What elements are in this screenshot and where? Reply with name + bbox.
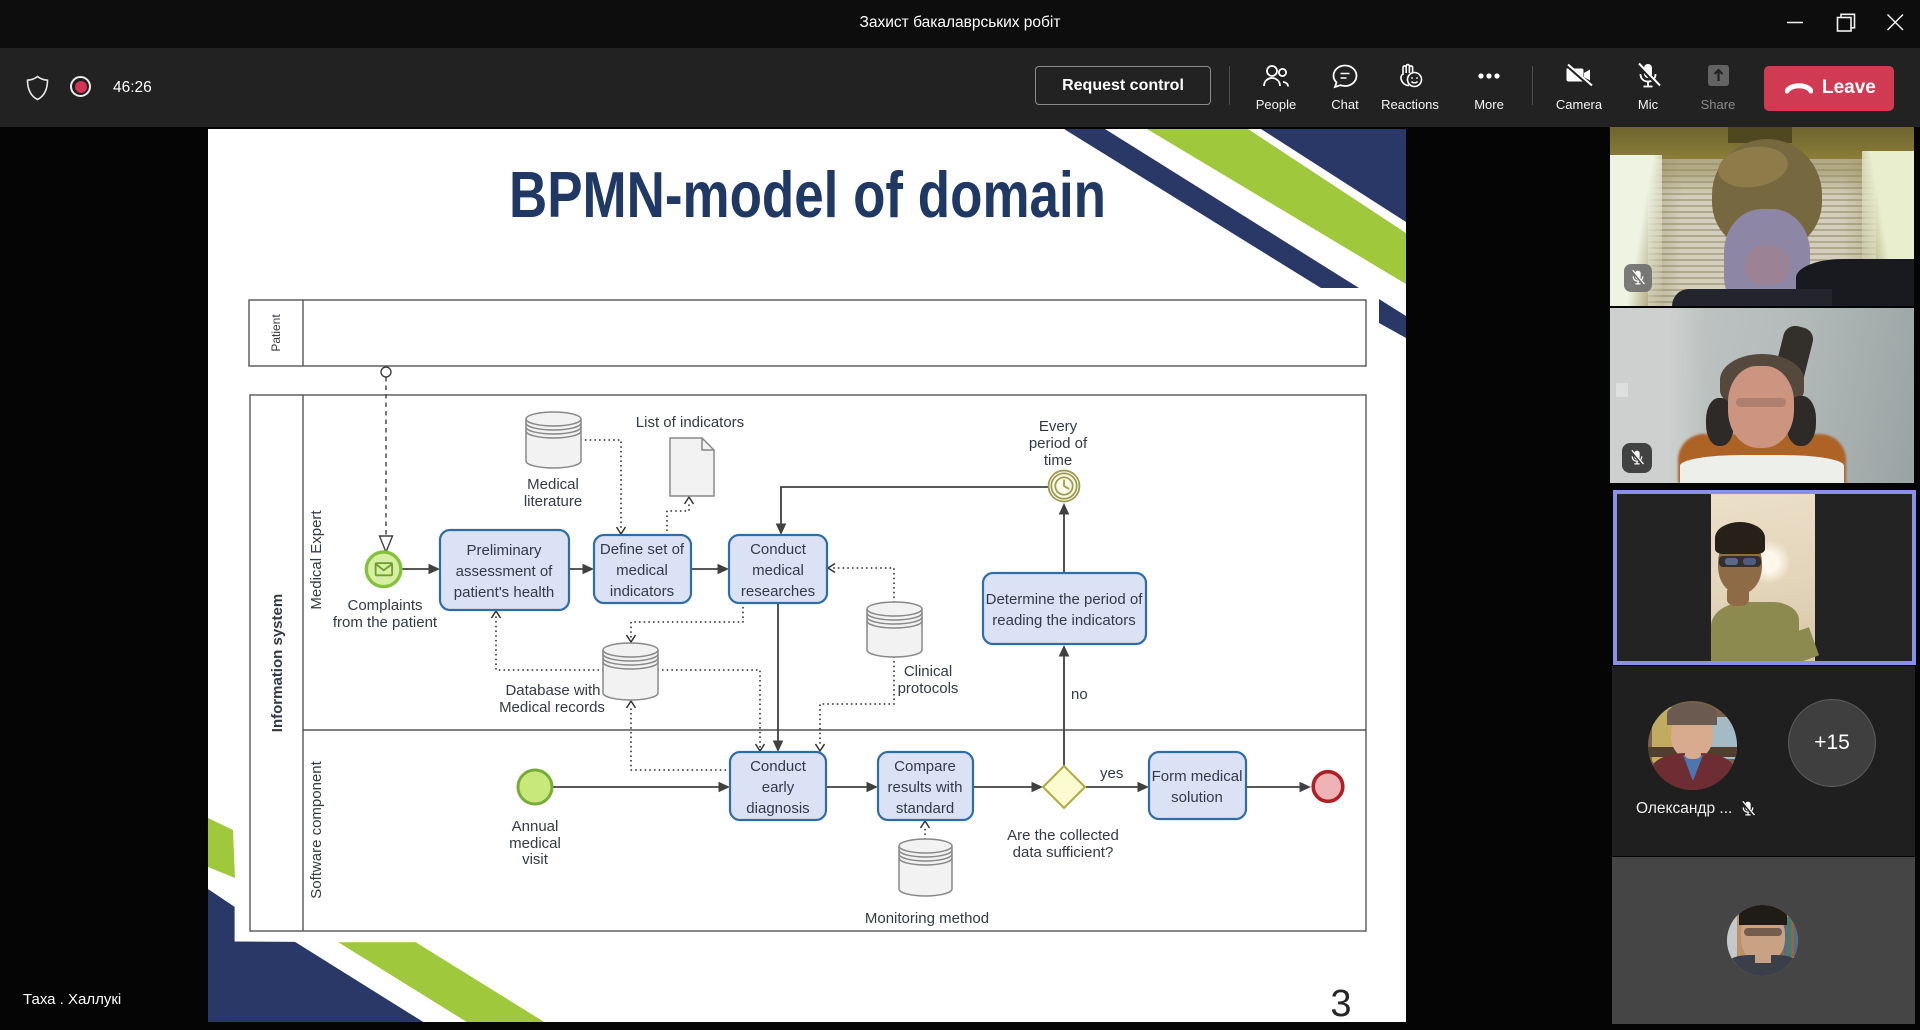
svg-text:Software component: Software component [308, 760, 325, 898]
svg-text:Every: Every [1039, 418, 1078, 435]
svg-text:reading the indicators: reading the indicators [992, 612, 1135, 629]
svg-text:Are the collected: Are the collected [1007, 827, 1119, 844]
svg-text:protocols: protocols [898, 680, 959, 697]
svg-text:Form medical: Form medical [1152, 768, 1243, 785]
svg-text:researches: researches [741, 583, 815, 600]
svg-text:Complaints: Complaints [347, 597, 422, 614]
svg-text:Define set of: Define set of [600, 541, 685, 558]
svg-text:visit: visit [522, 851, 549, 868]
svg-text:data sufficient?: data sufficient? [1013, 844, 1114, 861]
svg-text:Compare: Compare [894, 758, 956, 775]
svg-text:medical: medical [752, 562, 804, 579]
svg-text:time: time [1044, 452, 1072, 469]
svg-text:Conduct: Conduct [750, 541, 807, 558]
svg-text:Annual: Annual [512, 818, 559, 835]
svg-text:Conduct: Conduct [750, 758, 807, 775]
svg-text:yes: yes [1100, 765, 1123, 782]
svg-text:BPMN-model of domain: BPMN-model of domain [509, 158, 1106, 231]
svg-text:from the patient: from the patient [333, 614, 438, 631]
svg-text:Preliminary: Preliminary [466, 542, 542, 559]
svg-text:Medical Expert: Medical Expert [308, 510, 325, 610]
svg-text:medical: medical [616, 562, 668, 579]
svg-text:Monitoring method: Monitoring method [865, 910, 989, 927]
svg-text:literature: literature [524, 493, 582, 510]
svg-text:Determine the period of: Determine the period of [986, 591, 1144, 608]
svg-text:diagnosis: diagnosis [746, 800, 809, 817]
svg-text:Medical records: Medical records [499, 699, 605, 716]
svg-text:assessment of: assessment of [456, 563, 554, 580]
svg-text:List of indicators: List of indicators [636, 414, 744, 431]
svg-text:Database with: Database with [505, 682, 600, 699]
svg-text:patient's health: patient's health [454, 584, 554, 601]
svg-text:Clinical: Clinical [904, 663, 952, 680]
svg-text:Information system: Information system [269, 594, 286, 732]
svg-text:Patient: Patient [269, 314, 283, 352]
svg-text:medical: medical [509, 835, 561, 852]
svg-text:no: no [1071, 686, 1088, 703]
svg-text:early: early [762, 779, 795, 796]
svg-text:Medical: Medical [527, 476, 579, 493]
svg-text:3: 3 [1330, 983, 1351, 1022]
svg-text:standard: standard [896, 800, 954, 817]
svg-text:indicators: indicators [610, 583, 674, 600]
svg-text:period of: period of [1029, 435, 1088, 452]
svg-text:solution: solution [1171, 789, 1223, 806]
svg-text:results with: results with [887, 779, 962, 796]
